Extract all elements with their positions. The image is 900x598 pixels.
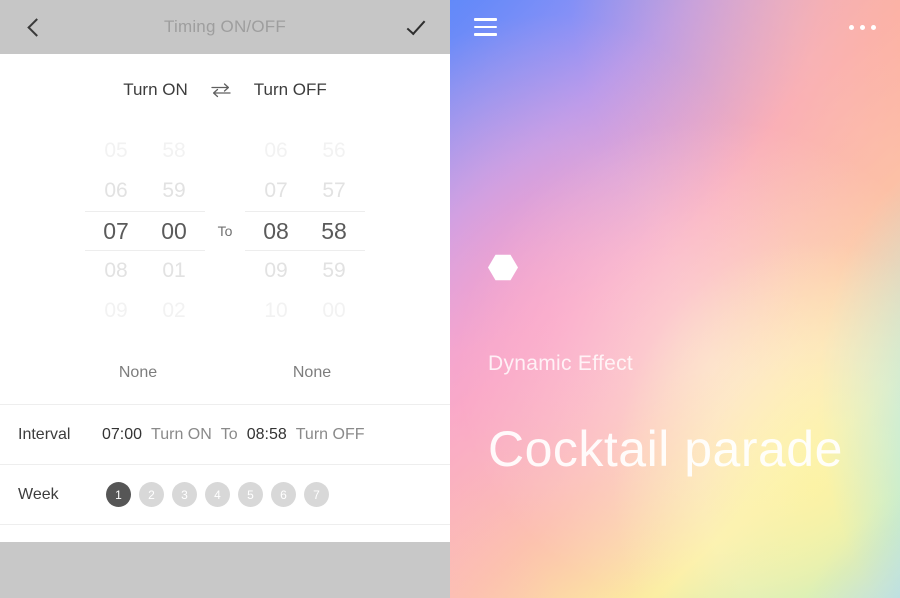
bottom-bar	[0, 542, 450, 598]
interval-summary: 07:00 Turn ON To 08:58 Turn OFF	[102, 426, 365, 444]
dual-pane-screenshot: Timing ON/OFF Turn ON Turn OFF 05 06 07 …	[0, 0, 900, 598]
end-minute-option[interactable]: 00	[305, 291, 363, 331]
end-time-picker: 06 07 08 09 10 56 57 58 59 00	[245, 131, 365, 331]
effect-kind-label: Dynamic Effect	[488, 352, 634, 375]
check-icon	[406, 15, 426, 35]
effect-header	[450, 0, 900, 54]
more-dot	[849, 24, 854, 30]
interval-row[interactable]: Interval 07:00 Turn ON To 08:58 Turn OFF	[0, 404, 450, 464]
gradient-cyan-glow	[450, 0, 900, 598]
start-hour-wheel[interactable]: 05 06 07 08 09	[87, 131, 145, 331]
back-button[interactable]	[14, 7, 54, 47]
app-header: Timing ON/OFF	[0, 0, 450, 54]
week-day-6[interactable]: 6	[271, 482, 296, 507]
start-hour-option[interactable]: 08	[87, 251, 145, 291]
menu-line	[474, 25, 497, 29]
time-range-picker: 05 06 07 08 09 58 59 00 01 02 To 06 07 0…	[0, 120, 450, 342]
week-day-1[interactable]: 1	[106, 482, 131, 507]
dynamic-effect-panel: Dynamic Effect Cocktail parade	[450, 0, 900, 598]
interval-end-time: 08:58	[246, 425, 287, 443]
interval-to-label: To	[220, 425, 238, 443]
gradient-periwinkle-glow	[450, 0, 900, 598]
gradient-pink-glow	[450, 0, 900, 598]
to-separator-label: To	[217, 223, 233, 239]
start-time-picker: 05 06 07 08 09 58 59 00 01 02	[85, 131, 205, 331]
week-day-5[interactable]: 5	[238, 482, 263, 507]
turn-off-label[interactable]: Turn OFF	[254, 80, 327, 100]
end-hour-option[interactable]: 09	[247, 251, 305, 291]
end-hour-selected[interactable]: 08	[247, 211, 305, 251]
hexagon-icon	[488, 254, 518, 281]
mode-toggle-row: Turn ON Turn OFF	[0, 60, 450, 120]
end-minute-option[interactable]: 59	[305, 251, 363, 291]
more-dot	[871, 24, 876, 30]
end-minute-wheel[interactable]: 56 57 58 59 00	[305, 131, 363, 331]
more-options-icon[interactable]	[847, 17, 878, 38]
end-hour-wheel[interactable]: 06 07 08 09 10	[247, 131, 305, 331]
start-repeat-value[interactable]: None	[71, 364, 205, 382]
week-day-2[interactable]: 2	[139, 482, 164, 507]
start-minute-option[interactable]: 01	[145, 251, 203, 291]
turn-on-label[interactable]: Turn ON	[123, 80, 188, 100]
start-minute-option[interactable]: 02	[145, 291, 203, 331]
timing-settings-panel: Timing ON/OFF Turn ON Turn OFF 05 06 07 …	[0, 0, 450, 598]
interval-label: Interval	[18, 425, 71, 443]
gradient-blue-glow	[450, 0, 900, 598]
gradient-peach-glow	[450, 0, 900, 598]
menu-line	[474, 33, 497, 36]
swap-icon[interactable]	[210, 79, 232, 101]
start-hour-option[interactable]: 05	[87, 131, 145, 171]
gradient-yellow-glow	[450, 0, 900, 598]
menu-line	[474, 18, 497, 21]
end-repeat-value[interactable]: None	[245, 364, 379, 382]
start-hour-option[interactable]: 06	[87, 171, 145, 211]
end-hour-option[interactable]: 07	[247, 171, 305, 211]
interval-start-time: 07:00	[102, 425, 143, 443]
start-minute-selected[interactable]: 00	[145, 211, 203, 251]
content-spacer	[0, 524, 450, 542]
end-hour-option[interactable]: 10	[247, 291, 305, 331]
effect-name-title: Cocktail parade	[488, 421, 843, 477]
week-day-3[interactable]: 3	[172, 482, 197, 507]
hamburger-menu-icon[interactable]	[472, 12, 499, 42]
start-minute-option[interactable]: 58	[145, 131, 203, 171]
gradient-highlight-layer	[450, 0, 900, 598]
end-hour-option[interactable]: 06	[247, 131, 305, 171]
page-title: Timing ON/OFF	[164, 17, 286, 36]
week-day-7[interactable]: 7	[304, 482, 329, 507]
start-minute-option[interactable]: 59	[145, 171, 203, 211]
end-minute-selected[interactable]: 58	[305, 211, 363, 251]
week-row: Week 1 2 3 4 5 6 7	[0, 464, 450, 524]
start-hour-option[interactable]: 09	[87, 291, 145, 331]
end-minute-option[interactable]: 56	[305, 131, 363, 171]
interval-end-action: Turn OFF	[295, 425, 365, 443]
end-minute-option[interactable]: 57	[305, 171, 363, 211]
week-day-4[interactable]: 4	[205, 482, 230, 507]
chevron-left-icon	[26, 17, 46, 37]
more-dot	[860, 24, 865, 30]
confirm-button[interactable]	[396, 7, 436, 47]
start-hour-selected[interactable]: 07	[87, 211, 145, 251]
interval-start-action: Turn ON	[151, 425, 212, 443]
gradient-rose-glow	[450, 0, 900, 598]
repeat-row: None None	[0, 342, 450, 404]
week-day-selector: 1 2 3 4 5 6 7	[106, 482, 329, 507]
start-minute-wheel[interactable]: 58 59 00 01 02	[145, 131, 203, 331]
gradient-base-layer	[450, 0, 900, 598]
week-label: Week	[18, 485, 59, 503]
